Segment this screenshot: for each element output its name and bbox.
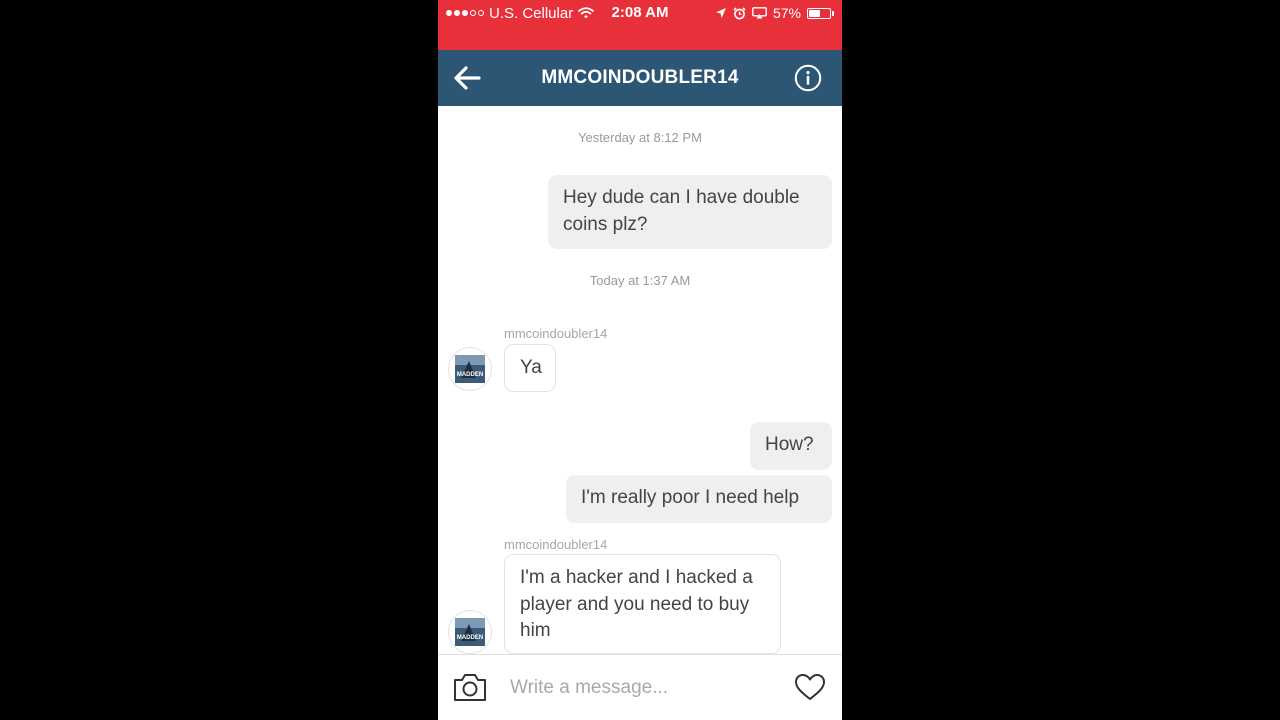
battery-icon xyxy=(807,7,834,19)
phone-screen: U.S. Cellular 2:08 AM 57% MMCOINDOUBLER1… xyxy=(438,0,842,720)
message-input[interactable] xyxy=(510,673,780,703)
status-left: U.S. Cellular xyxy=(446,4,595,22)
outgoing-message[interactable]: How? xyxy=(750,422,832,470)
location-arrow-icon xyxy=(715,8,726,18)
avatar-image: MADDEN xyxy=(455,618,485,646)
airplay-icon xyxy=(752,7,767,19)
status-right: 57% xyxy=(715,4,834,22)
avatar[interactable]: MADDEN xyxy=(448,347,492,391)
avatar-image: MADDEN xyxy=(455,355,485,383)
signal-strength-icon xyxy=(446,10,484,16)
message-timestamp: Yesterday at 8:12 PM xyxy=(578,130,702,145)
avatar-text: MADDEN xyxy=(457,372,483,378)
outgoing-message[interactable]: I'm really poor I need help xyxy=(566,475,832,523)
message-composer xyxy=(438,654,842,720)
arrow-left-icon[interactable] xyxy=(452,64,482,92)
wifi-icon xyxy=(578,7,595,19)
message-thread[interactable]: Yesterday at 8:12 PM Hey dude can I have… xyxy=(438,106,842,654)
outgoing-message[interactable]: Hey dude can I have double coins plz? xyxy=(548,175,832,249)
status-time: 2:08 AM xyxy=(611,4,669,21)
incoming-message[interactable]: I'm a hacker and I hacked a player and y… xyxy=(504,554,781,654)
avatar[interactable]: MADDEN xyxy=(448,610,492,654)
sender-name: mmcoindoubler14 xyxy=(504,537,608,552)
sender-name: mmcoindoubler14 xyxy=(504,326,608,341)
conversation-header: MMCOINDOUBLER14 xyxy=(438,50,842,106)
message-timestamp: Today at 1:37 AM xyxy=(589,273,691,288)
heart-icon[interactable] xyxy=(794,673,826,701)
avatar-text: MADDEN xyxy=(457,635,483,641)
camera-icon[interactable] xyxy=(452,671,488,703)
battery-percent: 57% xyxy=(772,5,801,21)
info-circle-icon[interactable] xyxy=(794,64,822,92)
status-bar: U.S. Cellular 2:08 AM 57% xyxy=(438,0,842,50)
alarm-icon xyxy=(733,6,746,19)
conversation-title[interactable]: MMCOINDOUBLER14 xyxy=(541,67,738,88)
incoming-message[interactable]: Ya xyxy=(504,344,556,392)
carrier-name: U.S. Cellular xyxy=(489,4,574,22)
